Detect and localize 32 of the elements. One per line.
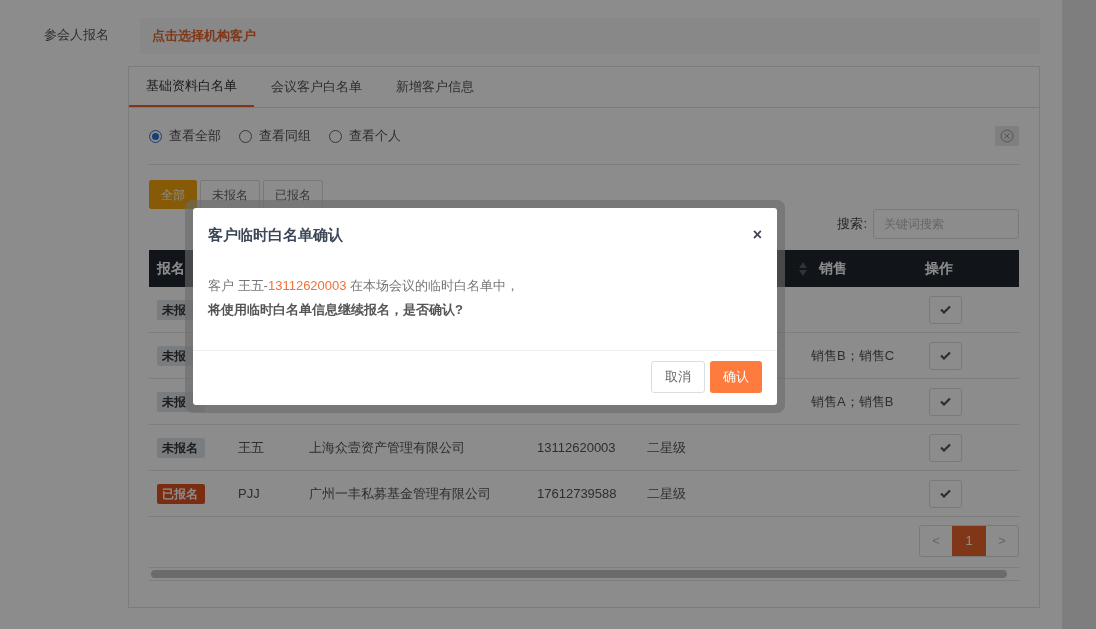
status-badge: 已报名 [157, 483, 205, 504]
column-header: 操作 [925, 259, 953, 278]
select-org-button[interactable]: 点击选择机构客户 [140, 18, 1040, 54]
close-button[interactable]: × [752, 223, 762, 247]
table-cell: 王五 [238, 439, 264, 455]
filter-button[interactable]: 未报名 [200, 180, 260, 209]
filter-button[interactable]: 已报名 [263, 180, 323, 209]
table-cell: 销售A；销售B [811, 393, 894, 409]
table-cell: 二星级 [647, 439, 686, 455]
radio-option[interactable]: 查看个人 [329, 126, 401, 146]
column-header: 销售 [819, 259, 847, 278]
confirm-button[interactable]: 确认 [710, 361, 762, 393]
cancel-button[interactable]: 取消 [651, 361, 705, 393]
field-label: 参会人报名 [44, 26, 108, 44]
table-cell: 17612739588 [537, 485, 617, 501]
table-cell: 销售B；销售C [811, 347, 895, 363]
table-cell: 上海众壹资产管理有限公司 [309, 439, 465, 455]
dialog-title: 客户临时白名单确认 [208, 224, 343, 245]
tab[interactable]: 基础资料白名单 [129, 67, 254, 107]
column-header: 报名 [157, 259, 185, 278]
table-cell: PJJ [238, 485, 260, 501]
table-cell: 13112620003 [537, 439, 616, 455]
search-label: 搜索: [837, 214, 867, 233]
tab[interactable]: 会议客户白名单 [254, 67, 379, 107]
radio-option[interactable]: 查看同组 [239, 126, 311, 146]
table-cell: 二星级 [647, 485, 686, 501]
status-badge: 未报名 [157, 437, 205, 458]
tab[interactable]: 新增客户信息 [379, 67, 491, 107]
page-button[interactable]: 1 [952, 526, 986, 556]
radio-option[interactable]: 查看全部 [149, 126, 221, 146]
dialog-question: 将使用临时白名单信息继续报名，是否确认? [208, 301, 464, 319]
dialog-message: 客户 王五-13112620003 在本场会议的临时白名单中， [208, 277, 521, 295]
